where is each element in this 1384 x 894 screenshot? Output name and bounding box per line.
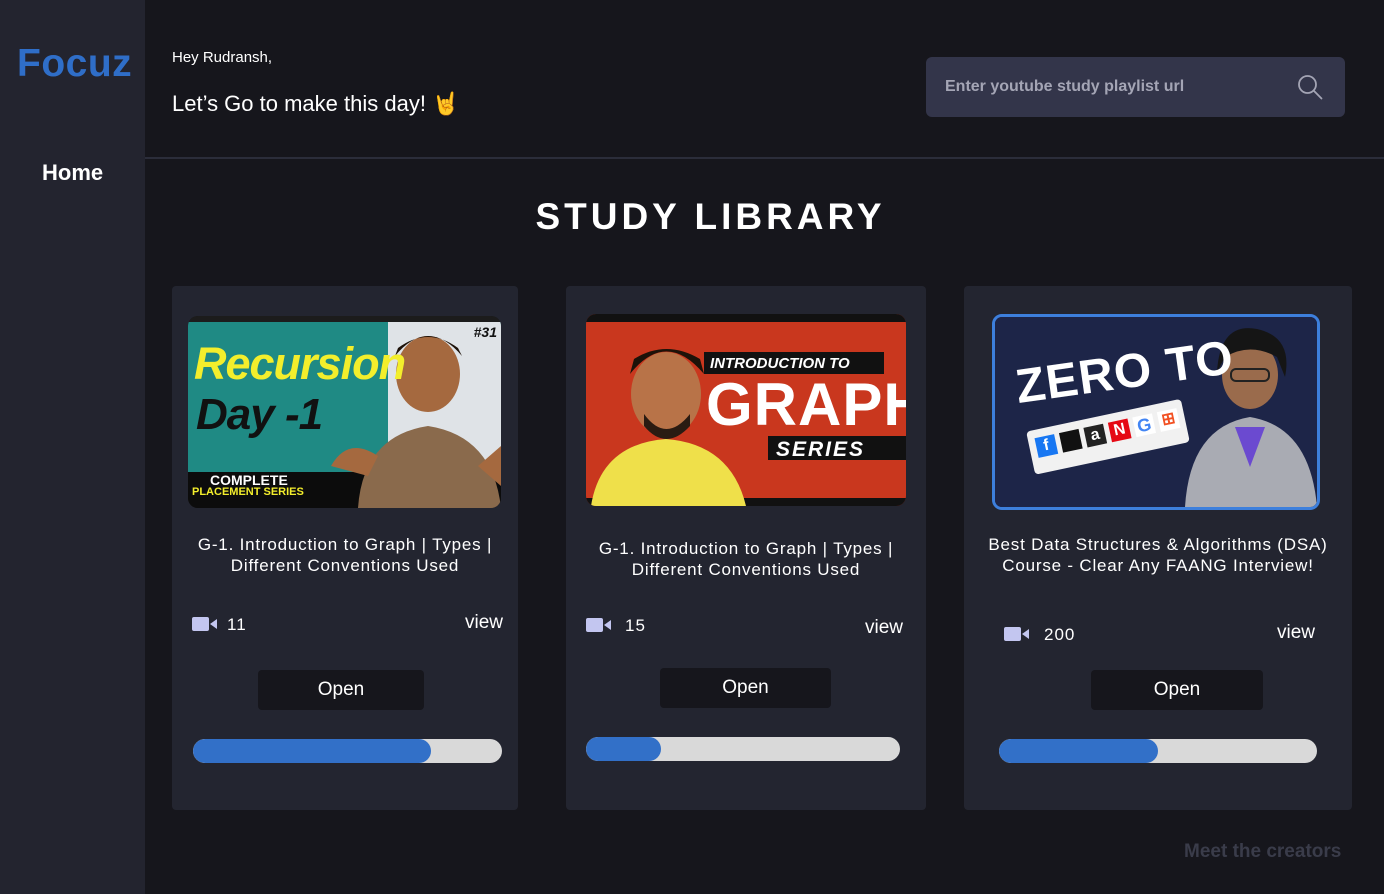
- video-count: 15: [625, 616, 646, 635]
- sidebar: Focuz Home: [0, 0, 145, 894]
- open-button[interactable]: Open: [258, 670, 424, 710]
- video-camera-icon: [192, 617, 217, 631]
- progress-bar: [999, 739, 1317, 763]
- playlist-card: #31 Recursion Day -1 COMPLETE PLACEMENT …: [172, 286, 518, 810]
- thumbnail-title-line3: SERIES: [776, 438, 866, 461]
- amazon-logo-icon: a: [1083, 423, 1108, 448]
- open-button[interactable]: Open: [660, 668, 831, 708]
- progress-fill: [999, 739, 1158, 763]
- search-bar: [926, 57, 1345, 117]
- video-camera-icon: [1004, 627, 1029, 641]
- thumbnail-title-line1: Recursion: [194, 338, 406, 389]
- sidebar-item-home[interactable]: Home: [42, 160, 103, 186]
- page-title: STUDY LIBRARY: [535, 196, 886, 237]
- thumbnail-title-line2: GRAPH: [706, 371, 906, 438]
- app-logo[interactable]: Focuz: [17, 42, 132, 86]
- search-icon[interactable]: [1297, 74, 1323, 100]
- video-count: 11: [227, 615, 247, 634]
- playlist-thumbnail[interactable]: #31 Recursion Day -1 COMPLETE PLACEMENT …: [188, 316, 501, 508]
- playlist-title: Best Data Structures & Algorithms (DSA) …: [988, 535, 1328, 575]
- video-camera-icon: [586, 618, 611, 632]
- greeting-text: Hey Rudransh,: [172, 49, 273, 66]
- apple-logo-icon: [1058, 428, 1083, 453]
- header: Hey Rudransh, Let’s Go to make this day!…: [145, 0, 1384, 159]
- playlist-title: G-1. Introduction to Graph | Types | Dif…: [197, 535, 493, 575]
- progress-bar: [193, 739, 502, 763]
- google-logo-icon: G: [1132, 413, 1157, 438]
- tagline-text: Let’s Go to make this day! 🤘: [172, 91, 460, 116]
- meet-creators-link[interactable]: Meet the creators: [1184, 841, 1341, 863]
- playlist-card: ZERO TO f a N G ⊞ Best Data Structures &…: [964, 286, 1352, 810]
- progress-fill: [193, 739, 431, 763]
- progress-fill: [586, 737, 662, 761]
- thumbnail-title-line2: Day -1: [196, 390, 323, 439]
- facebook-logo-icon: f: [1034, 434, 1059, 458]
- progress-bar: [586, 737, 900, 761]
- netflix-logo-icon: N: [1107, 418, 1132, 443]
- view-link[interactable]: view: [1277, 622, 1315, 644]
- playlist-thumbnail[interactable]: INTRODUCTION TO GRAPH SERIES: [586, 314, 906, 506]
- playlist-card: INTRODUCTION TO GRAPH SERIES G-1. Introd…: [566, 286, 926, 810]
- thumbnail-footer-line2: PLACEMENT SERIES: [192, 486, 304, 498]
- playlist-thumbnail[interactable]: ZERO TO f a N G ⊞: [992, 314, 1320, 510]
- main-content: Hey Rudransh, Let’s Go to make this day!…: [145, 0, 1384, 894]
- view-link[interactable]: view: [465, 612, 503, 634]
- playlist-title: G-1. Introduction to Graph | Types | Dif…: [598, 539, 894, 579]
- episode-badge: #31: [473, 324, 497, 340]
- playlist-url-input[interactable]: [926, 57, 1286, 117]
- open-button[interactable]: Open: [1091, 670, 1263, 710]
- view-link[interactable]: view: [865, 617, 903, 639]
- microsoft-logo-icon: ⊞: [1156, 408, 1181, 432]
- video-count: 200: [1044, 625, 1076, 644]
